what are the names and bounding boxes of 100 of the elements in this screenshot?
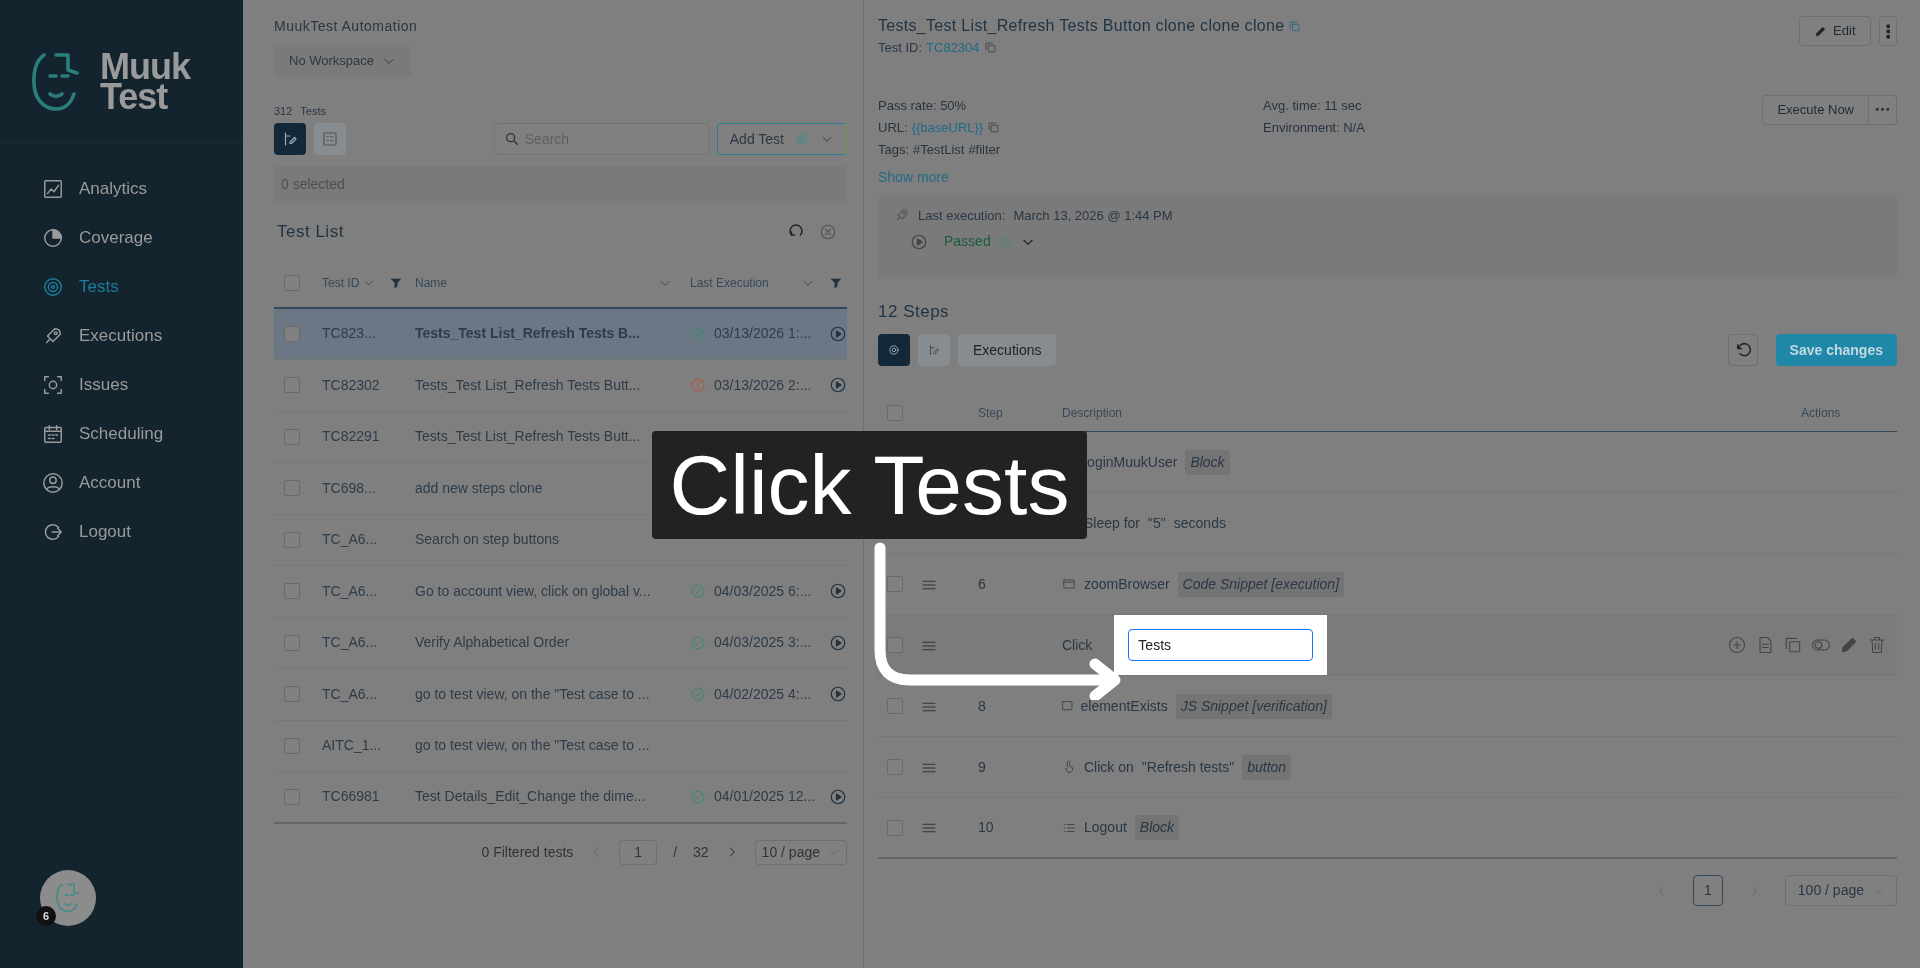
workspace-dropdown[interactable]: No Workspace: [274, 45, 411, 77]
grid-icon: [321, 130, 339, 148]
steps-view-tab[interactable]: [878, 334, 910, 366]
delete-icon[interactable]: [1867, 635, 1887, 655]
table-row[interactable]: TC_A6... Verify Alphabetical Order 04/03/2025 3:...: [274, 617, 847, 669]
play-icon[interactable]: [829, 787, 847, 806]
play-icon[interactable]: [829, 376, 847, 395]
last-execution-date: March 13, 2026 @ 1:44 PM: [1013, 206, 1173, 225]
table-row[interactable]: TC82302 Tests_Test List_Refresh Tests Butt... 03/13/2026 2:...: [274, 360, 847, 412]
nav-item[interactable]: Account: [0, 458, 243, 507]
tags-label: Tags:: [878, 140, 910, 159]
add-icon[interactable]: [1727, 635, 1747, 655]
search-icon: [503, 131, 520, 147]
step-text: loginMuukUser: [1084, 452, 1178, 472]
logo-text: Test: [100, 82, 168, 112]
play-icon[interactable]: [829, 324, 847, 343]
step-text: elementExists: [1080, 696, 1168, 716]
filter-icon[interactable]: [389, 275, 404, 290]
more-options-button[interactable]: [1869, 94, 1897, 125]
url-label: URL:: [878, 118, 908, 137]
square-icon: [1062, 701, 1073, 711]
window-icon: [1062, 577, 1076, 591]
tag-text: #filter: [968, 140, 1001, 159]
execution-status: Passed: [944, 232, 991, 251]
execution-date: 04/02/2025 4:...: [714, 684, 813, 704]
nav-item[interactable]: Executions: [0, 311, 243, 360]
last-execution-label: Last execution:: [918, 206, 1006, 225]
text-input[interactable]: Tests: [1128, 629, 1314, 661]
column-header: Description: [1062, 404, 1123, 422]
row-checkbox[interactable]: [887, 576, 903, 592]
add-test-button[interactable]: Add Test: [716, 123, 847, 155]
avatar[interactable]: [40, 870, 96, 926]
steps-title: 12 Steps: [878, 300, 951, 323]
table-row[interactable]: TC66981 Test Details_Edit_Change the dime... 04/01/2025 12...: [274, 772, 847, 824]
play-icon[interactable]: [829, 685, 847, 704]
table-row[interactable]: TC_A6... Go to account view, click on global v... 04/03/2025 6:...: [274, 566, 847, 618]
execution-date: 04/03/2025 6:...: [714, 581, 813, 601]
edit-icon: [927, 343, 941, 357]
execution-date: 04/03/2025 3:...: [714, 633, 813, 653]
execution-date: 03/13/2026 2:...: [714, 375, 813, 395]
table-row[interactable]: AITC_1... go to test view, on the "Test case to ...: [274, 720, 847, 772]
edit-view-tab[interactable]: [918, 334, 950, 366]
row-checkbox[interactable]: [887, 637, 903, 653]
table-row[interactable]: TC823... Tests_Test List_Refresh Tests B... 03/13/2026 1:...: [274, 308, 847, 360]
page-separator: /: [673, 842, 678, 862]
passed-icon: [998, 234, 1013, 249]
nav-item[interactable]: Issues: [0, 360, 243, 409]
logo-text: Muuk: [100, 52, 190, 82]
copy-icon[interactable]: [1288, 19, 1302, 33]
step-text: "Refresh tests": [1141, 757, 1235, 777]
copy-icon[interactable]: [983, 41, 997, 55]
filtered-count: 0 Filtered tests: [481, 842, 574, 862]
page-size-dropdown[interactable]: 100 / page: [1784, 875, 1897, 906]
play-icon[interactable]: [829, 633, 847, 652]
view-toggle[interactable]: [274, 123, 306, 155]
table-row[interactable]: TC_A6... go to test view, on the "Test case to ... 04/02/2025 4:...: [274, 669, 847, 721]
view-toggle[interactable]: [314, 123, 346, 155]
nav-item[interactable]: Coverage: [0, 213, 243, 262]
page-input[interactable]: 1: [619, 839, 658, 865]
nav-item[interactable]: Analytics: [0, 164, 243, 213]
column-header[interactable]: Name: [415, 273, 447, 292]
pie-chart-icon: [42, 226, 64, 249]
more-options-button[interactable]: [1878, 16, 1897, 46]
play-icon[interactable]: [910, 232, 928, 251]
test-name: Go to account view, click on global v...: [415, 581, 652, 601]
save-changes-button[interactable]: Save changes: [1775, 334, 1897, 366]
close-icon[interactable]: [819, 222, 837, 241]
page-number[interactable]: 1: [1693, 875, 1723, 906]
page-total: 32: [693, 842, 709, 862]
play-icon[interactable]: [829, 582, 847, 601]
test-name: add new steps clone: [415, 478, 544, 498]
test-name: Verify Alphabetical Order: [415, 633, 571, 653]
test-name: Tests_Test List_Refresh Tests Butt...: [415, 375, 642, 395]
test-id: TC82302: [322, 375, 381, 395]
step-tag: Code Snippet [execution]: [1177, 571, 1345, 597]
test-count: 312: [274, 103, 293, 119]
pass-rate: Pass rate: 50%: [878, 96, 968, 115]
filter-icon[interactable]: [829, 275, 843, 290]
copy-icon[interactable]: [987, 121, 1001, 134]
test-title: Tests_Test List_Refresh Tests Button clone clone clone: [878, 16, 1285, 36]
test-id: TC823...: [322, 324, 377, 344]
nav-item[interactable]: Scheduling: [0, 409, 243, 458]
test-name: Search on step buttons: [415, 530, 560, 550]
nav-item[interactable]: Logout: [0, 507, 243, 556]
execution-date: 03/13/2026 1:...: [714, 324, 813, 344]
nav-item[interactable]: Tests: [0, 262, 243, 311]
edit-button[interactable]: Edit: [1799, 16, 1871, 46]
column-header[interactable]: Test ID: [322, 273, 360, 292]
copy-icon[interactable]: [1783, 635, 1803, 655]
test-id: TC_A6...: [322, 633, 379, 653]
undo-button[interactable]: [1727, 334, 1758, 366]
list-title: Test List: [277, 221, 345, 243]
column-header[interactable]: Last Execution: [690, 273, 769, 292]
tag-text: #TestList: [913, 140, 965, 159]
row-checkbox[interactable]: [284, 325, 300, 342]
page-size-dropdown[interactable]: 10 / page: [754, 839, 847, 865]
edit-icon[interactable]: [1839, 635, 1859, 655]
execute-now-button[interactable]: Execute Now: [1762, 94, 1869, 125]
executions-tab[interactable]: Executions: [958, 334, 1057, 366]
workspace-title: MuukTest Automation: [274, 17, 419, 36]
